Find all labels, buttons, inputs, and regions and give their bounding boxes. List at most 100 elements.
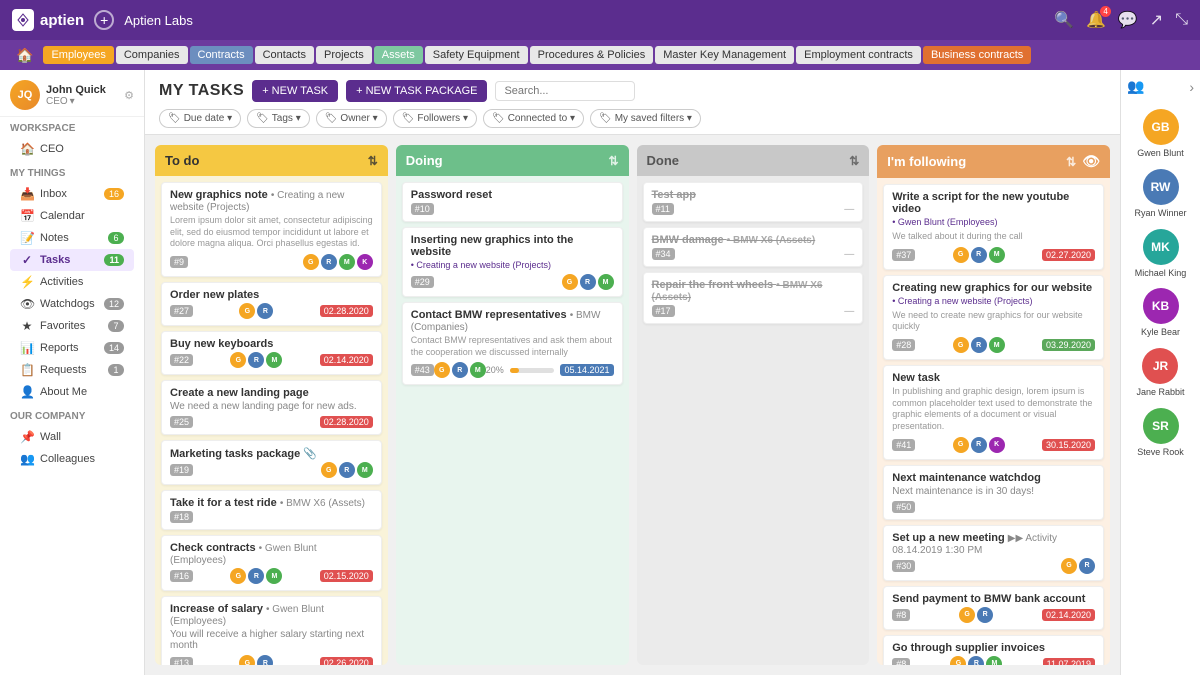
subnav-contacts[interactable]: Contacts	[255, 46, 314, 64]
watchdogs-icon: 👁	[20, 297, 34, 311]
sidebar-item-inbox[interactable]: 📥 Inbox 16	[10, 183, 134, 205]
workspace-label: Workspace	[10, 123, 134, 134]
chat-icon[interactable]: 💬	[1118, 10, 1138, 30]
following-sort-icon[interactable]: ⇅	[1066, 155, 1076, 169]
rp-user-steve[interactable]: SR Steve Rook	[1137, 408, 1184, 458]
subnav-contracts[interactable]: Contracts	[190, 46, 253, 64]
doing-sort-icon[interactable]: ⇅	[608, 154, 618, 168]
rp-name: Michael King	[1135, 268, 1187, 279]
sidebar-item-tasks[interactable]: ✓ Tasks 11	[10, 249, 134, 271]
task-card[interactable]: Password reset #10	[402, 182, 623, 222]
new-package-button[interactable]: + NEW TASK PACKAGE	[346, 80, 487, 102]
sidebar-item-activities[interactable]: ⚡ Activities	[10, 271, 134, 293]
task-card[interactable]: Increase of salary • Gwen Blunt (Employe…	[161, 596, 382, 665]
chevron-right-icon[interactable]: ›	[1189, 79, 1194, 95]
task-card[interactable]: Creating new graphics for our website • …	[883, 275, 1104, 360]
task-title: Write a script for the new youtube video	[892, 191, 1095, 215]
subnav-safety[interactable]: Safety Equipment	[425, 46, 528, 64]
task-card[interactable]: Create a new landing page We need a new …	[161, 380, 382, 435]
new-task-button[interactable]: + NEW TASK	[252, 80, 338, 102]
filter-connected[interactable]: 🏷 Connected to ▾	[483, 109, 584, 128]
avatar: R	[580, 274, 596, 290]
task-avatars: G R	[239, 303, 273, 319]
subnav-master[interactable]: Master Key Management	[655, 46, 794, 64]
task-card[interactable]: Contact BMW representatives • BMW (Compa…	[402, 302, 623, 385]
rp-user-kyle[interactable]: KB Kyle Bear	[1141, 288, 1180, 338]
sidebar-item-colleagues[interactable]: 👥 Colleagues	[10, 448, 134, 470]
requests-icon: 📋	[20, 363, 34, 377]
rp-user-michael[interactable]: MK Michael King	[1135, 229, 1187, 279]
filter-followers[interactable]: 🏷 Followers ▾	[393, 109, 477, 128]
eye-icon[interactable]: 👁	[1082, 153, 1100, 170]
task-title: Repair the front wheels • BMW X6 (Assets…	[652, 279, 855, 303]
fullscreen-icon[interactable]: ⤡	[1175, 11, 1188, 29]
task-card[interactable]: Set up a new meeting ▶▶ Activity 08.14.2…	[883, 525, 1104, 581]
sidebar-item-aboutme[interactable]: 👤 About Me	[10, 381, 134, 403]
task-footer: #8 G R 02.14.2020	[892, 607, 1095, 623]
sidebar-item-requests[interactable]: 📋 Requests 1	[10, 359, 134, 381]
task-card[interactable]: BMW damage • BMW X6 (Assets) #34 —	[643, 227, 864, 267]
task-card[interactable]: Buy new keyboards #22 G R M 02.14.2020	[161, 331, 382, 375]
subnav-procedures[interactable]: Procedures & Policies	[530, 46, 654, 64]
task-card[interactable]: Take it for a test ride • BMW X6 (Assets…	[161, 490, 382, 530]
task-card[interactable]: Order new plates #27 G R 02.28.2020	[161, 282, 382, 326]
task-id: #11	[652, 203, 674, 215]
filter-saved[interactable]: 🏷 My saved filters ▾	[590, 109, 701, 128]
home-icon[interactable]: 🏠	[8, 47, 41, 64]
subnav-assets[interactable]: Assets	[374, 46, 423, 64]
task-card[interactable]: Marketing tasks package 📎 #19 G R M	[161, 440, 382, 485]
sidebar-item-wall[interactable]: 📌 Wall	[10, 426, 134, 448]
task-footer: #43 G R M 20% 05.14.2021	[411, 362, 614, 378]
subnav-companies[interactable]: Companies	[116, 46, 188, 64]
task-card[interactable]: Check contracts • Gwen Blunt (Employees)…	[161, 535, 382, 591]
task-card[interactable]: Repair the front wheels • BMW X6 (Assets…	[643, 272, 864, 324]
avatar: R	[971, 247, 987, 263]
avatar: M	[989, 337, 1005, 353]
todo-title: To do	[165, 153, 199, 168]
rp-user-ryan[interactable]: RW Ryan Winner	[1134, 169, 1186, 219]
sidebar-item-reports[interactable]: 📊 Reports 14	[10, 337, 134, 359]
rp-user-gwen[interactable]: GB Gwen Blunt	[1137, 109, 1184, 159]
filter-owner[interactable]: 🏷 Owner ▾	[316, 109, 387, 128]
search-input[interactable]	[495, 81, 635, 101]
filter-tags[interactable]: 🏷 Tags ▾	[247, 109, 310, 128]
people-icon[interactable]: 👥	[1127, 78, 1144, 95]
aboutme-icon: 👤	[20, 385, 34, 399]
task-card[interactable]: New graphics note • Creating a new websi…	[161, 182, 382, 277]
search-icon[interactable]: 🔍	[1054, 10, 1074, 30]
settings-icon[interactable]: ⚙	[124, 89, 134, 102]
sidebar-item-ceo[interactable]: 🏠 CEO	[10, 138, 134, 160]
todo-sort-icon[interactable]: ⇅	[368, 154, 378, 168]
sidebar-item-label: Favorites	[40, 320, 85, 332]
notification-icon[interactable]: 🔔 4	[1086, 10, 1106, 30]
task-date: 05.14.2021	[560, 364, 613, 376]
done-sort-icon[interactable]: ⇅	[849, 154, 859, 168]
export-icon[interactable]: ↗	[1150, 10, 1163, 30]
task-card[interactable]: Go through supplier invoices #8 G R M 11…	[883, 635, 1104, 665]
task-id: #9	[170, 256, 188, 268]
task-card[interactable]: New task In publishing and graphic desig…	[883, 365, 1104, 460]
subnav-employment[interactable]: Employment contracts	[796, 46, 921, 64]
task-footer: #30 G R	[892, 558, 1095, 574]
sidebar-item-calendar[interactable]: 📅 Calendar	[10, 205, 134, 227]
task-card[interactable]: Inserting new graphics into the website …	[402, 227, 623, 297]
task-title: Contact BMW representatives • BMW (Compa…	[411, 309, 614, 333]
logo[interactable]: aptien	[12, 9, 84, 31]
doing-title: Doing	[406, 153, 443, 168]
task-avatars: G R M	[953, 337, 1005, 353]
reports-icon: 📊	[20, 341, 34, 355]
add-button[interactable]: +	[94, 10, 114, 30]
sidebar-item-favorites[interactable]: ★ Favorites 7	[10, 315, 134, 337]
rp-user-jane[interactable]: JR Jane Rabbit	[1136, 348, 1184, 398]
task-card[interactable]: Test app #11 —	[643, 182, 864, 222]
task-card[interactable]: Write a script for the new youtube video…	[883, 184, 1104, 270]
sidebar-item-notes[interactable]: 📝 Notes 6	[10, 227, 134, 249]
task-card[interactable]: Send payment to BMW bank account #8 G R …	[883, 586, 1104, 630]
subnav-employees[interactable]: Employees	[43, 46, 113, 64]
filter-duedate[interactable]: 🏷 Due date ▾	[159, 109, 241, 128]
subnav-projects[interactable]: Projects	[316, 46, 372, 64]
task-card[interactable]: Next maintenance watchdog Next maintenan…	[883, 465, 1104, 520]
subnav-business[interactable]: Business contracts	[923, 46, 1031, 64]
sidebar-item-watchdogs[interactable]: 👁 Watchdogs 12	[10, 293, 134, 315]
task-desc: We need to create new graphics for our w…	[892, 310, 1095, 333]
